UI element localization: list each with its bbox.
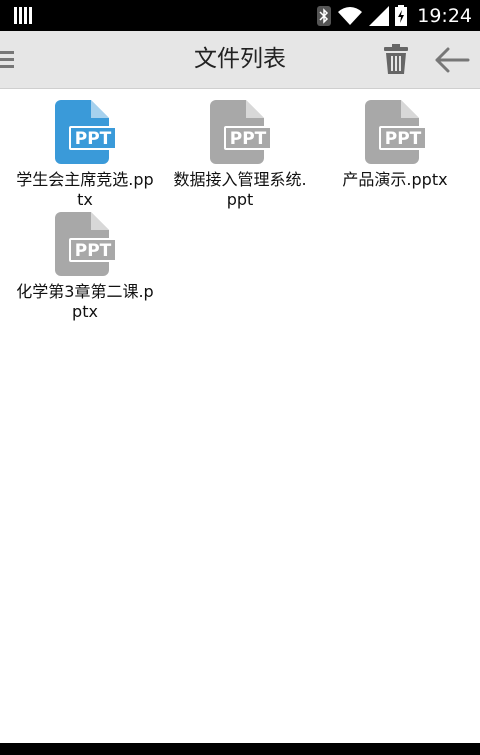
signal-icon <box>369 5 390 26</box>
ppt-badge: PPT <box>385 129 422 149</box>
page-title: 文件列表 <box>194 46 286 72</box>
app-bar: 文件列表 <box>0 31 480 89</box>
navigation-bar <box>0 743 480 755</box>
ppt-badge: PPT <box>75 241 112 261</box>
ppt-badge: PPT <box>75 129 112 149</box>
bluetooth-icon <box>317 5 332 26</box>
status-bar: 19:24 <box>0 0 480 31</box>
ppt-file-icon: PPT <box>55 100 117 164</box>
trash-icon[interactable] <box>384 44 408 74</box>
ppt-badge: PPT <box>230 129 267 149</box>
file-name: 化学第3章第二课.pptx <box>16 282 154 321</box>
file-name: 学生会主席竞选.pptx <box>16 170 154 209</box>
file-name: 数据接入管理系统.ppt <box>173 170 307 209</box>
file-item[interactable]: PPT 产品演示.pptx <box>320 100 470 190</box>
ppt-file-icon: PPT <box>55 212 117 276</box>
ppt-file-icon: PPT <box>210 100 272 164</box>
file-item[interactable]: PPT 学生会主席竞选.pptx <box>10 100 160 210</box>
file-item[interactable]: PPT 化学第3章第二课.pptx <box>10 212 160 322</box>
file-name: 产品演示.pptx <box>342 170 448 189</box>
status-time: 19:24 <box>417 4 472 27</box>
file-item[interactable]: PPT 数据接入管理系统.ppt <box>165 100 315 210</box>
ppt-file-icon: PPT <box>365 100 427 164</box>
back-arrow-icon[interactable] <box>434 47 470 73</box>
wifi-icon <box>338 6 363 25</box>
battery-charging-icon <box>395 5 408 26</box>
sim-icon <box>14 7 32 24</box>
